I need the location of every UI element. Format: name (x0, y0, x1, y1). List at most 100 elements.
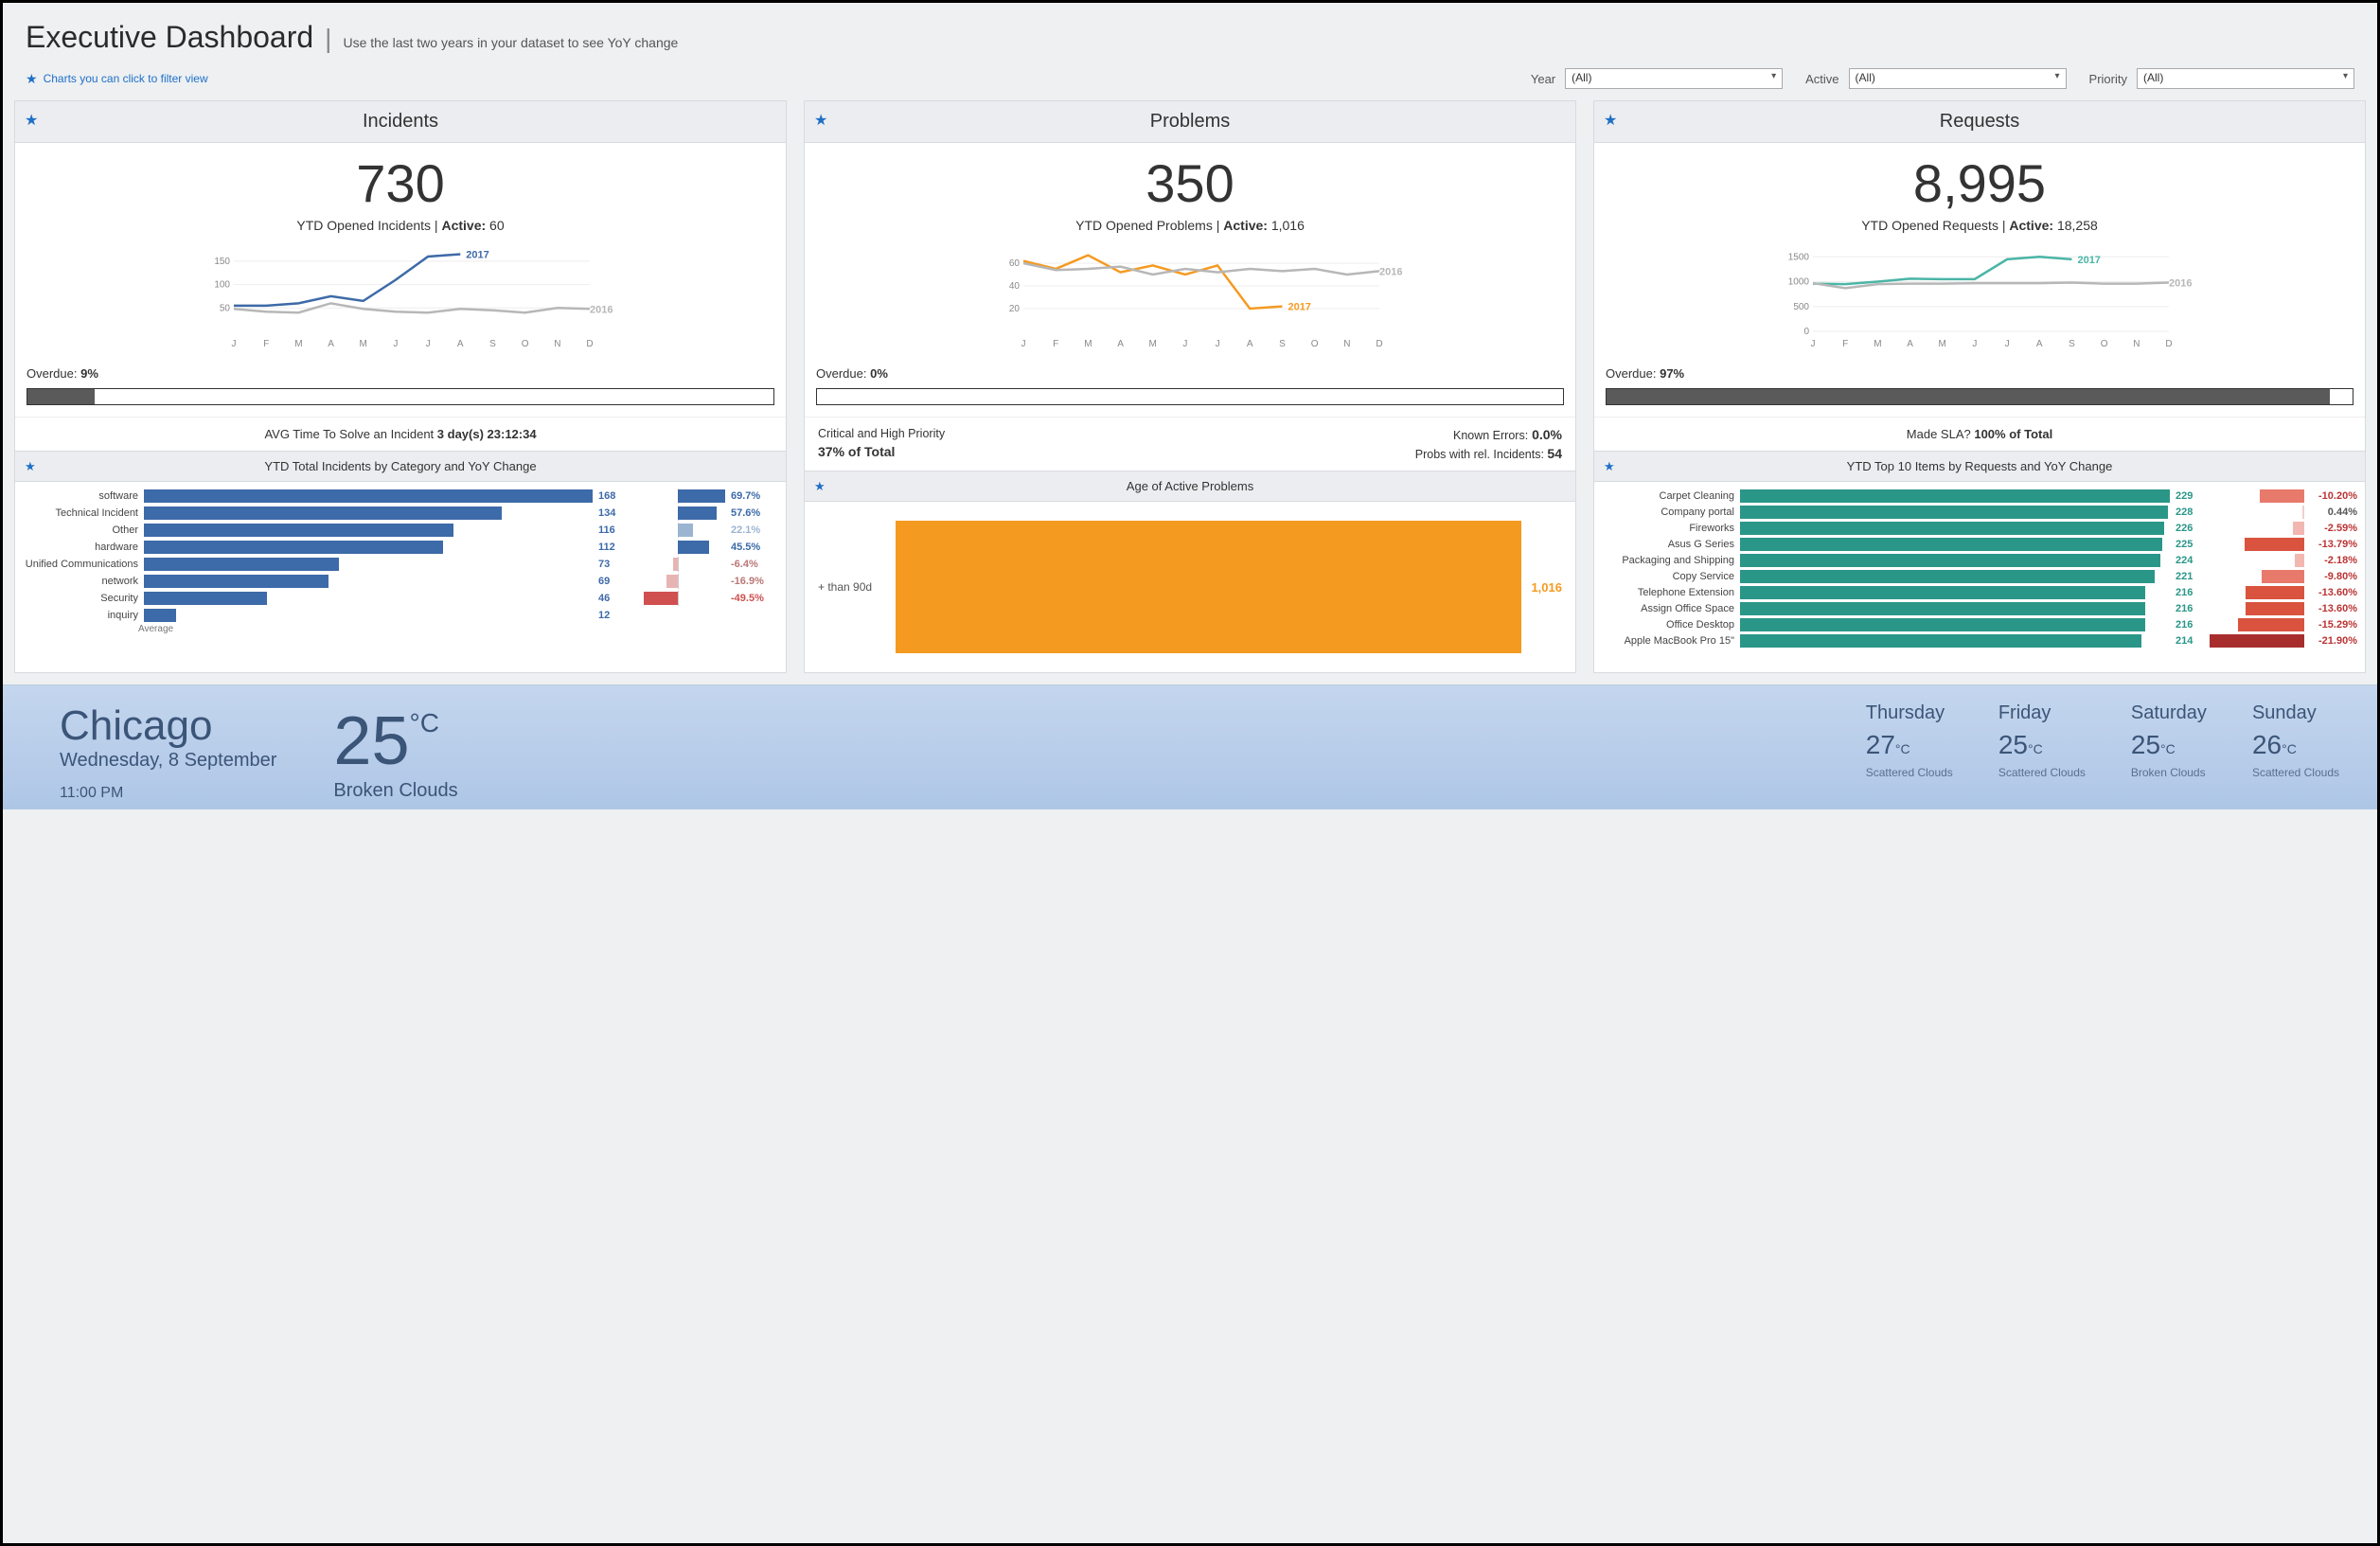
incidents-overdue-row: Overdue: 9% (15, 359, 786, 384)
forecast-day-cond: Scattered Clouds (1866, 766, 1953, 779)
forecast-day: Sunday 26°C Scattered Clouds (2252, 702, 2339, 779)
svg-text:2017: 2017 (2077, 255, 2100, 266)
priority-filter-dropdown[interactable]: (All) (2137, 68, 2354, 89)
svg-text:A: A (1117, 339, 1124, 349)
weather-temp-value: 25 (333, 702, 409, 780)
requests-overdue-bar[interactable] (1606, 388, 2353, 405)
problems-overdue-label: Overdue: (816, 366, 866, 381)
category-value: 73 (598, 559, 625, 570)
svg-text:20: 20 (1009, 304, 1021, 314)
item-yoy: -13.60% (2310, 587, 2357, 598)
weather-city: Chicago (60, 702, 276, 750)
forecast-day: Saturday 25°C Broken Clouds (2131, 702, 2207, 779)
incidents-category-title: YTD Total Incidents by Category and YoY … (264, 459, 536, 473)
requests-sub-pre: YTD Opened Requests | (1861, 218, 2009, 233)
svg-text:60: 60 (1009, 258, 1021, 269)
item-yoy: -21.90% (2310, 635, 2357, 647)
header-divider: | (325, 24, 331, 54)
svg-text:M: M (1874, 339, 1881, 349)
svg-text:S: S (2069, 339, 2075, 349)
incidents-line-chart[interactable]: 50100150JFMAMJJASOND20172016 (15, 242, 786, 359)
svg-text:M: M (360, 339, 367, 349)
requests-sub-val: 18,258 (2053, 218, 2098, 233)
filter-hint-text: Charts you can click to filter view (44, 72, 208, 85)
svg-text:J: J (426, 339, 431, 349)
problems-line-chart[interactable]: 204060JFMAMJJASOND20172016 (805, 242, 1575, 359)
svg-text:40: 40 (1009, 281, 1021, 292)
item-label: Office Desktop (1602, 619, 1734, 631)
category-label: Security (25, 593, 138, 604)
requests-card-header: ★ Requests (1594, 101, 2365, 143)
forecast-day-name: Thursday (1866, 702, 1953, 724)
requests-top10-bars[interactable]: Carpet Cleaning229-10.20%Company portal2… (1594, 482, 2365, 651)
incidents-avg-axis-label: Average (15, 624, 786, 640)
incidents-avg-row: AVG Time To Solve an Incident 3 day(s) 2… (15, 417, 786, 451)
item-label: Company portal (1602, 506, 1734, 518)
svg-text:J: J (1811, 339, 1816, 349)
active-filter-dropdown[interactable]: (All) (1849, 68, 2067, 89)
item-label: Apple MacBook Pro 15" (1602, 635, 1734, 647)
problems-overdue-bar[interactable] (816, 388, 1564, 405)
item-value: 221 (2176, 571, 2204, 582)
incidents-category-bars[interactable]: software16869.7%Technical Incident13457.… (15, 482, 786, 626)
svg-text:150: 150 (214, 257, 230, 267)
svg-text:50: 50 (220, 303, 231, 313)
svg-text:J: J (1182, 339, 1187, 349)
weather-date: Wednesday, 8 September (60, 750, 276, 772)
svg-text:J: J (393, 339, 398, 349)
category-value: 116 (598, 524, 625, 536)
incidents-avg-label: AVG Time To Solve an Incident (264, 427, 436, 441)
star-icon: ★ (25, 459, 36, 474)
incidents-sub-bold: Active: (441, 218, 486, 233)
incidents-card-header: ★ Incidents (15, 101, 786, 143)
category-label: Unified Communications (25, 559, 138, 570)
category-yoy: -6.4% (731, 559, 776, 570)
problems-overdue-val: 0% (866, 366, 887, 381)
item-label: Carpet Cleaning (1602, 490, 1734, 502)
requests-sla-label: Made SLA? (1907, 427, 1975, 441)
svg-text:N: N (2133, 339, 2140, 349)
year-filter-dropdown[interactable]: (All) (1565, 68, 1783, 89)
incidents-count: 730 (15, 143, 786, 214)
svg-text:A: A (328, 339, 334, 349)
category-label: Technical Incident (25, 507, 138, 519)
weather-temp-unit: °C (410, 708, 439, 738)
svg-text:O: O (1311, 339, 1319, 349)
incidents-title: Incidents (363, 111, 438, 132)
svg-text:A: A (1907, 339, 1913, 349)
svg-text:2017: 2017 (466, 249, 488, 260)
item-yoy: -2.59% (2310, 523, 2357, 534)
category-value: 168 (598, 490, 625, 502)
problems-metrics: Critical and High Priority 37% of Total … (805, 417, 1575, 471)
problems-known-val: 0.0% (1528, 427, 1562, 442)
problems-age-chart[interactable]: + than 90d 1,016 (818, 521, 1562, 653)
requests-line-chart[interactable]: 050010001500JFMAMJJASOND20172016 (1594, 242, 2365, 359)
incidents-subline: YTD Opened Incidents | Active: 60 (15, 214, 786, 242)
svg-text:J: J (1216, 339, 1220, 349)
problems-age-header: ★ Age of Active Problems (805, 471, 1575, 502)
svg-text:M: M (1149, 339, 1157, 349)
forecast-day-temp: 25°C (1998, 730, 2086, 760)
svg-text:F: F (1842, 339, 1848, 349)
requests-top10-title: YTD Top 10 Items by Requests and YoY Cha… (1847, 459, 2113, 473)
requests-title: Requests (1940, 111, 2020, 132)
category-value: 134 (598, 507, 625, 519)
forecast-day-temp: 27°C (1866, 730, 1953, 760)
star-icon: ★ (814, 479, 826, 494)
svg-text:0: 0 (1803, 327, 1809, 337)
filter-hint: ★ Charts you can click to filter view (26, 71, 208, 87)
category-yoy: 45.5% (731, 542, 776, 553)
forecast-day-temp: 25°C (2131, 730, 2207, 760)
item-value: 225 (2176, 539, 2204, 550)
svg-text:M: M (294, 339, 302, 349)
incidents-overdue-bar[interactable] (27, 388, 774, 405)
problems-crit-val: 37% of Total (818, 444, 945, 459)
svg-text:A: A (2036, 339, 2043, 349)
weather-condition: Broken Clouds (333, 780, 457, 802)
forecast-day: Friday 25°C Scattered Clouds (1998, 702, 2086, 779)
item-yoy: -13.60% (2310, 603, 2357, 614)
priority-filter-label: Priority (2089, 72, 2127, 86)
svg-text:M: M (1084, 339, 1092, 349)
item-value: 224 (2176, 555, 2204, 566)
svg-text:J: J (1021, 339, 1026, 349)
